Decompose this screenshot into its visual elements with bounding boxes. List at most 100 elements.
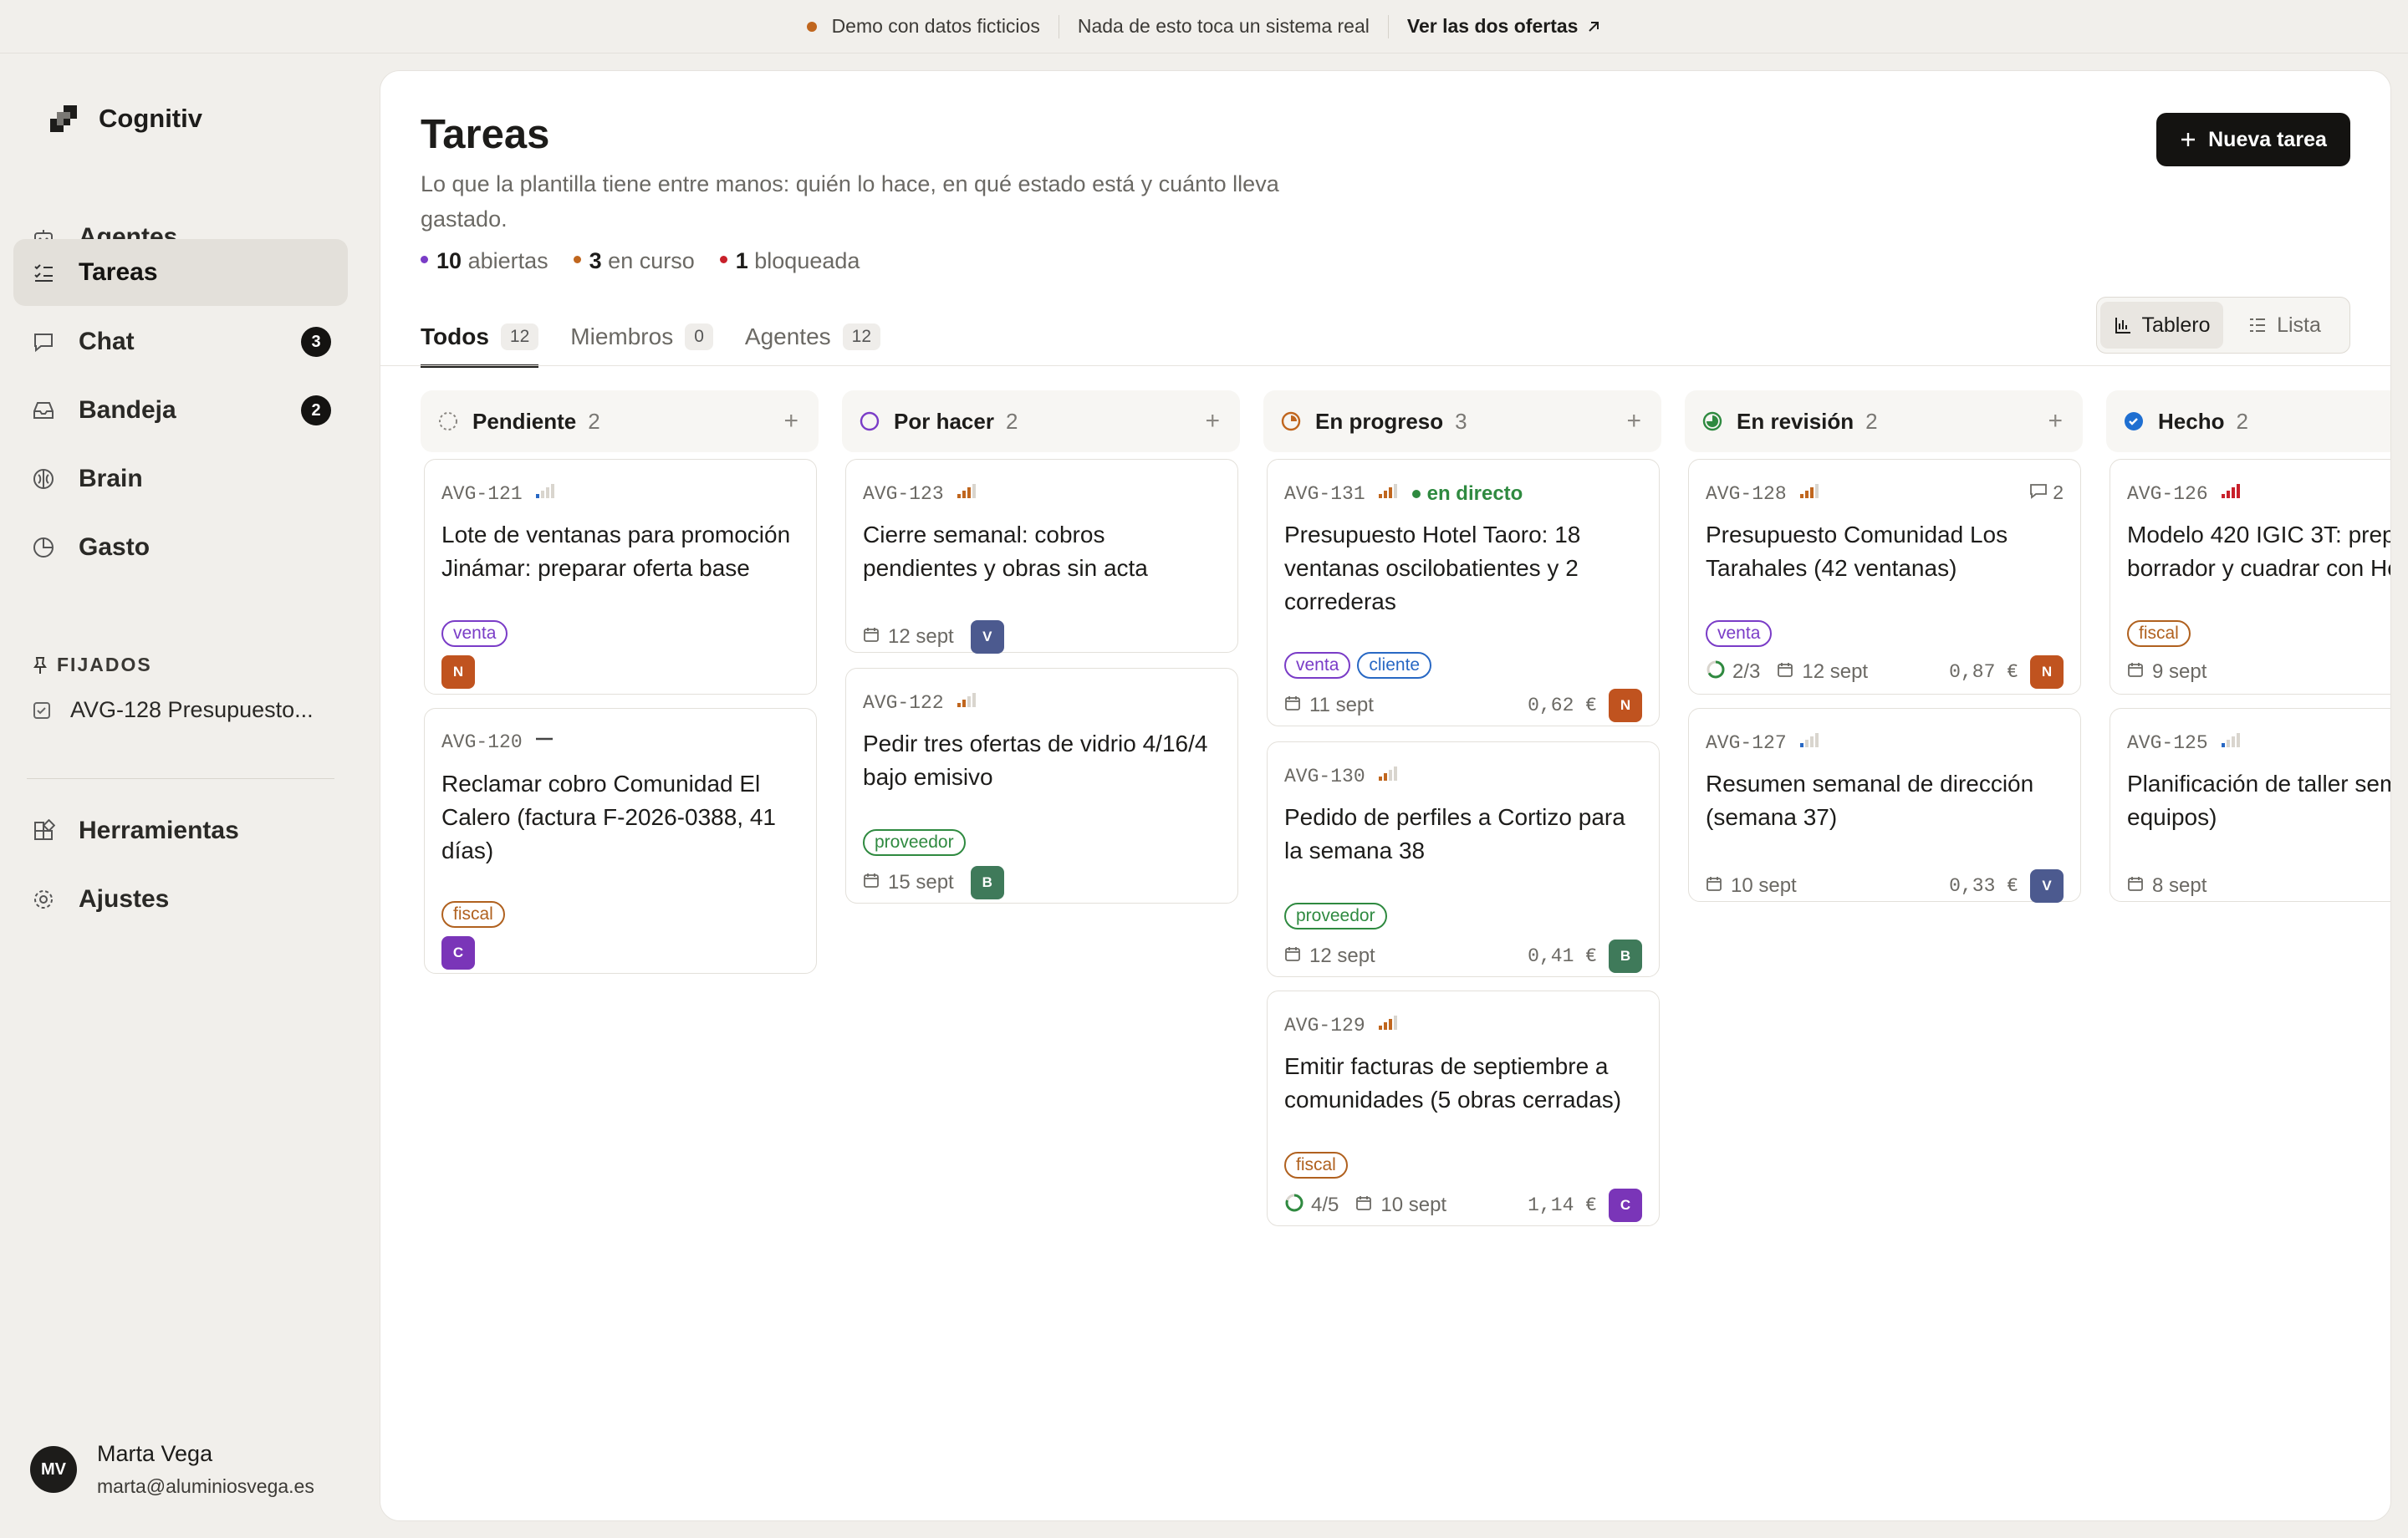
view-list-button[interactable]: Lista: [2223, 302, 2346, 349]
column-header: Pendiente 2 +: [421, 390, 819, 452]
task-title: Pedido de perfiles a Cortizo para la sem…: [1284, 804, 1625, 863]
offers-link[interactable]: Ver las dos ofertas: [1407, 15, 1602, 38]
task-id-label: AVG-130: [1284, 765, 1365, 787]
priority-icon: [956, 690, 979, 715]
task-card[interactable]: AVG-120 Reclamar cobro Comunidad El Caler…: [424, 708, 817, 974]
sidebar-item-label: Bandeja: [79, 396, 176, 424]
task-id-label: AVG-128: [1706, 482, 1787, 505]
task-card[interactable]: AVG-121 Lote de ventanas para promoción J…: [424, 459, 817, 695]
sidebar-item-label: Ajustes: [79, 885, 170, 913]
due-date: 10 sept: [1706, 874, 1797, 898]
view-board-button[interactable]: Tablero: [2100, 302, 2223, 349]
tab-count: 12: [842, 323, 880, 350]
assignee-avatar[interactable]: V: [970, 620, 1004, 654]
task-id-label: AVG-131: [1284, 482, 1365, 505]
task-card[interactable]: AVG-130 Pedido de perfiles a Cortizo para…: [1267, 741, 1660, 977]
tab-todos[interactable]: Todos 12: [421, 307, 539, 368]
sidebar-item-label: Brain: [79, 465, 143, 492]
due-date: 11 sept: [1284, 694, 1374, 717]
status-dot-icon: [573, 256, 581, 264]
calendar-icon: [1355, 1194, 1372, 1217]
add-task-icon[interactable]: +: [1626, 407, 1641, 435]
task-id-label: AVG-123: [863, 482, 944, 505]
sidebar-item-label: Tareas: [79, 258, 158, 286]
add-task-icon[interactable]: +: [2048, 407, 2063, 435]
user-profile[interactable]: MV Marta Vega marta@aluminiosvega.es: [30, 1441, 314, 1498]
assignee-avatar[interactable]: N: [1609, 689, 1642, 722]
assignee-avatar[interactable]: C: [441, 936, 475, 970]
task-id: AVG-127: [1706, 731, 1822, 755]
task-id: AVG-122: [863, 690, 979, 715]
calendar-icon: [1284, 694, 1301, 717]
column-title: En progreso: [1315, 408, 1444, 434]
task-card[interactable]: AVG-129 Emitir facturas de septiembre a c…: [1267, 991, 1660, 1226]
task-title: Presupuesto Hotel Taoro: 18 ventanas osc…: [1284, 522, 1581, 614]
tag-proveedor: proveedor: [863, 829, 966, 856]
sidebar-item-ajustes[interactable]: Ajustes: [13, 866, 348, 933]
pinned-item[interactable]: AVG-128 Presupuesto...: [32, 697, 341, 723]
calendar-icon: [1777, 660, 1793, 684]
banner-note-text: Nada de esto toca un sistema real: [1077, 15, 1370, 37]
sidebar-item-label: Gasto: [79, 533, 150, 561]
task-card[interactable]: AVG-123 Cierre semanal: cobros pendientes…: [845, 459, 1238, 654]
tab-agentes[interactable]: Agentes 12: [745, 307, 880, 367]
subtask-progress: 4/5: [1284, 1193, 1339, 1219]
brand[interactable]: Cognitiv: [47, 102, 202, 135]
comment-count-label: 2: [2053, 481, 2064, 503]
banner-separator: [1387, 14, 1389, 38]
sidebar-item-herramientas[interactable]: Herramientas: [13, 797, 348, 864]
tab-count: 12: [500, 323, 539, 350]
task-title: Planificación de taller sem (3 equipos): [2127, 771, 2390, 830]
status-dot-icon: [719, 256, 727, 264]
task-card[interactable]: AVG-131 en directo Presupuesto Hotel Taoro…: [1267, 459, 1660, 726]
assignee-avatar[interactable]: N: [441, 655, 475, 689]
task-id-label: AVG-127: [1706, 731, 1787, 754]
assignee-avatar[interactable]: C: [1609, 1189, 1642, 1222]
task-stats: 10 abiertas 3 en curso 1 bloqueada: [421, 248, 860, 274]
new-task-button[interactable]: Nueva tarea: [2156, 113, 2350, 166]
task-footer: 8 sept0,: [2127, 869, 2390, 903]
demo-dot-icon: [806, 21, 817, 32]
task-card[interactable]: AVG-128 2 Presupuesto Comunidad Los Taraha…: [1688, 459, 2081, 695]
sidebar-item-gasto[interactable]: Gasto: [13, 514, 348, 581]
sidebar-item-label: Herramientas: [79, 817, 239, 844]
task-card[interactable]: AVG-126 Modelo 420 IGIC 3T: preparar borr…: [2110, 459, 2390, 695]
tab-miembros[interactable]: Miembros 0: [570, 307, 713, 367]
sidebar-item-brain[interactable]: Brain: [13, 446, 348, 512]
sidebar-item-tareas[interactable]: Tareas: [13, 239, 348, 306]
task-id: AVG-130: [1284, 764, 1400, 788]
task-card[interactable]: AVG-127 Resumen semanal de dirección (sem…: [1688, 708, 2081, 903]
user-email: marta@aluminiosvega.es: [97, 1475, 314, 1497]
due-date: 12 sept: [1284, 945, 1375, 968]
due-date-label: 12 sept: [1309, 945, 1375, 967]
pinned-header-label: FIJADOS: [57, 654, 152, 675]
sidebar-item-bandeja[interactable]: Bandeja 2: [13, 377, 348, 444]
add-task-icon[interactable]: +: [783, 407, 798, 435]
task-title: Lote de ventanas para promoción Jinámar:…: [441, 522, 791, 581]
tag-proveedor: proveedor: [1284, 903, 1387, 929]
sidebar-item-chat[interactable]: Chat 3: [13, 308, 348, 375]
tag-cliente: cliente: [1357, 652, 1432, 679]
task-tags: fiscal: [1284, 1152, 1348, 1179]
assignee-avatar[interactable]: N: [2030, 655, 2064, 689]
progress-ring-icon: [1706, 660, 1726, 685]
status-review-icon: [1701, 410, 1723, 432]
brain-icon: [30, 466, 57, 492]
due-date-label: 10 sept: [1380, 1194, 1447, 1216]
task-card[interactable]: AVG-125 Planificación de taller sem (3 eq…: [2110, 708, 2390, 903]
assignee-avatar[interactable]: V: [2030, 869, 2064, 903]
add-task-icon[interactable]: +: [1205, 407, 1220, 435]
assignee-avatar[interactable]: B: [970, 866, 1004, 899]
priority-icon: [1798, 731, 1822, 755]
tag-fiscal: fiscal: [2127, 620, 2191, 647]
task-tags: proveedor: [1284, 903, 1387, 929]
task-card[interactable]: AVG-122 Pedir tres ofertas de vidrio 4/16…: [845, 668, 1238, 904]
task-id: AVG-131 en directo: [1284, 481, 1523, 506]
task-id: AVG-121: [441, 481, 558, 506]
calendar-icon: [2127, 660, 2144, 684]
task-tags: fiscal: [441, 901, 505, 928]
assignee-avatar[interactable]: B: [1609, 940, 1642, 973]
due-date: 12 sept: [863, 625, 954, 649]
task-id-label: AVG-120: [441, 731, 523, 753]
tag-venta: venta: [1284, 652, 1351, 679]
